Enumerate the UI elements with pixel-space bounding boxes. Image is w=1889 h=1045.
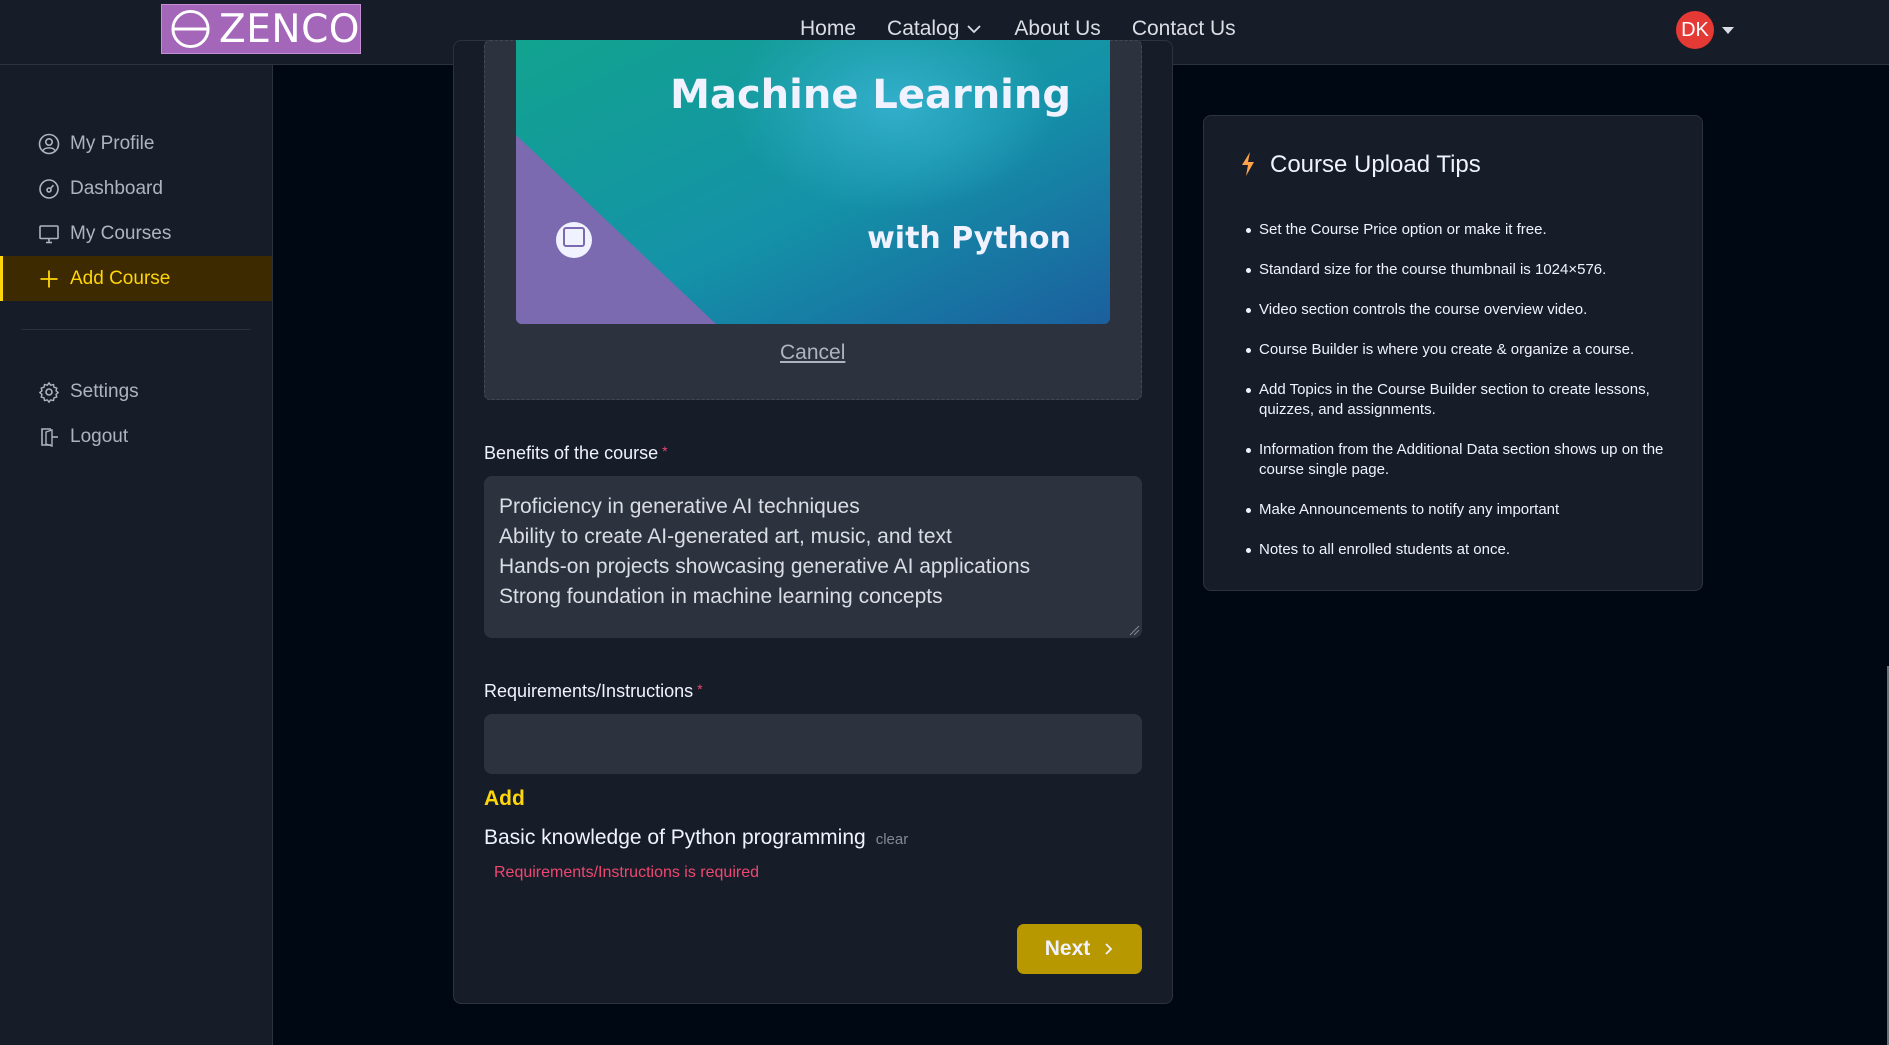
sidebar-item-my-profile[interactable]: My Profile (0, 121, 272, 166)
tip-item: Notes to all enrolled students at once. (1246, 540, 1676, 560)
sidebar: My Profile Dashboard My Courses Add Cour… (0, 65, 273, 1045)
sidebar-item-settings[interactable]: Settings (0, 369, 272, 414)
sidebar-item-label: Add Course (70, 267, 171, 289)
thumbnail-image: Machine Learning with Python (516, 40, 1110, 324)
sidebar-item-add-course[interactable]: Add Course (0, 256, 272, 301)
chevron-down-icon (967, 25, 982, 34)
required-mark: * (697, 681, 703, 697)
nav-link-about[interactable]: About Us (1014, 17, 1100, 41)
user-circle-icon (38, 133, 60, 154)
monitor-icon (39, 224, 59, 243)
avatar: DK (1676, 11, 1714, 49)
brand-name: ZENCO (219, 6, 360, 52)
nav-link-catalog[interactable]: Catalog (887, 17, 983, 41)
requirements-label: Requirements/Instructions * (484, 681, 703, 702)
add-requirement-button[interactable]: Add (484, 787, 525, 811)
nav-links: Home Catalog About Us Contact Us (800, 17, 1236, 41)
tip-item: Add Topics in the Course Builder section… (1246, 380, 1676, 420)
sidebar-item-dashboard[interactable]: Dashboard (0, 166, 272, 211)
benefits-label-text: Benefits of the course (484, 443, 659, 463)
tips-list: Set the Course Price option or make it f… (1246, 220, 1676, 580)
sidebar-item-label: Settings (70, 380, 139, 402)
requirement-item-text: Basic knowledge of Python programming (484, 826, 866, 849)
sidebar-item-label: Dashboard (70, 177, 163, 199)
course-thumbnail-preview: Machine Learning with Python (516, 40, 1110, 324)
clear-requirement-button[interactable]: clear (876, 831, 909, 848)
tip-item: Course Builder is where you create & org… (1246, 340, 1676, 360)
tip-item: Set the Course Price option or make it f… (1246, 220, 1676, 240)
sidebar-item-label: My Profile (70, 132, 155, 154)
sidebar-item-logout[interactable]: Logout (0, 414, 272, 459)
tip-item: Standard size for the course thumbnail i… (1246, 260, 1676, 280)
sidebar-item-my-courses[interactable]: My Courses (0, 211, 272, 256)
gear-icon (39, 381, 59, 403)
tips-title: Course Upload Tips (1270, 151, 1481, 178)
nav-link-contact[interactable]: Contact Us (1132, 17, 1236, 41)
chevron-right-icon (1105, 943, 1113, 955)
requirements-error-message: Requirements/Instructions is required (494, 864, 760, 881)
requirement-list-item: Basic knowledge of Python programming cl… (484, 826, 908, 850)
resize-handle-icon[interactable] (1129, 625, 1140, 636)
nav-link-catalog-label: Catalog (887, 17, 960, 40)
sidebar-divider (22, 329, 250, 330)
tip-item: Make Announcements to notify any importa… (1246, 500, 1676, 520)
logout-icon (41, 427, 58, 447)
lightning-bolt-icon (1242, 152, 1254, 176)
nav-link-home[interactable]: Home (800, 17, 856, 41)
logo-mark-icon (171, 9, 210, 49)
benefits-label: Benefits of the course * (484, 443, 668, 464)
tip-item: Video section controls the course overvi… (1246, 300, 1676, 320)
next-button[interactable]: Next (1017, 924, 1142, 974)
benefits-textarea[interactable]: Proficiency in generative AI techniques … (484, 476, 1142, 638)
requirements-label-text: Requirements/Instructions (484, 681, 694, 701)
next-button-label: Next (1044, 937, 1091, 960)
brand-logo[interactable]: ZENCO (161, 4, 361, 54)
required-mark: * (662, 443, 668, 459)
thumbnail-title-line1: Machine Learning (670, 72, 1071, 118)
plus-icon (40, 270, 58, 287)
user-menu[interactable]: DK (1676, 11, 1734, 49)
caret-down-icon (1722, 26, 1734, 34)
cancel-thumbnail-link[interactable]: Cancel (780, 341, 845, 365)
requirements-input[interactable] (484, 714, 1142, 774)
tip-item: Information from the Additional Data sec… (1246, 440, 1676, 480)
thumbnail-title-line2: with Python (867, 221, 1071, 256)
sidebar-item-label: Logout (70, 425, 129, 447)
gauge-icon (39, 178, 59, 199)
sidebar-item-label: My Courses (70, 222, 172, 244)
